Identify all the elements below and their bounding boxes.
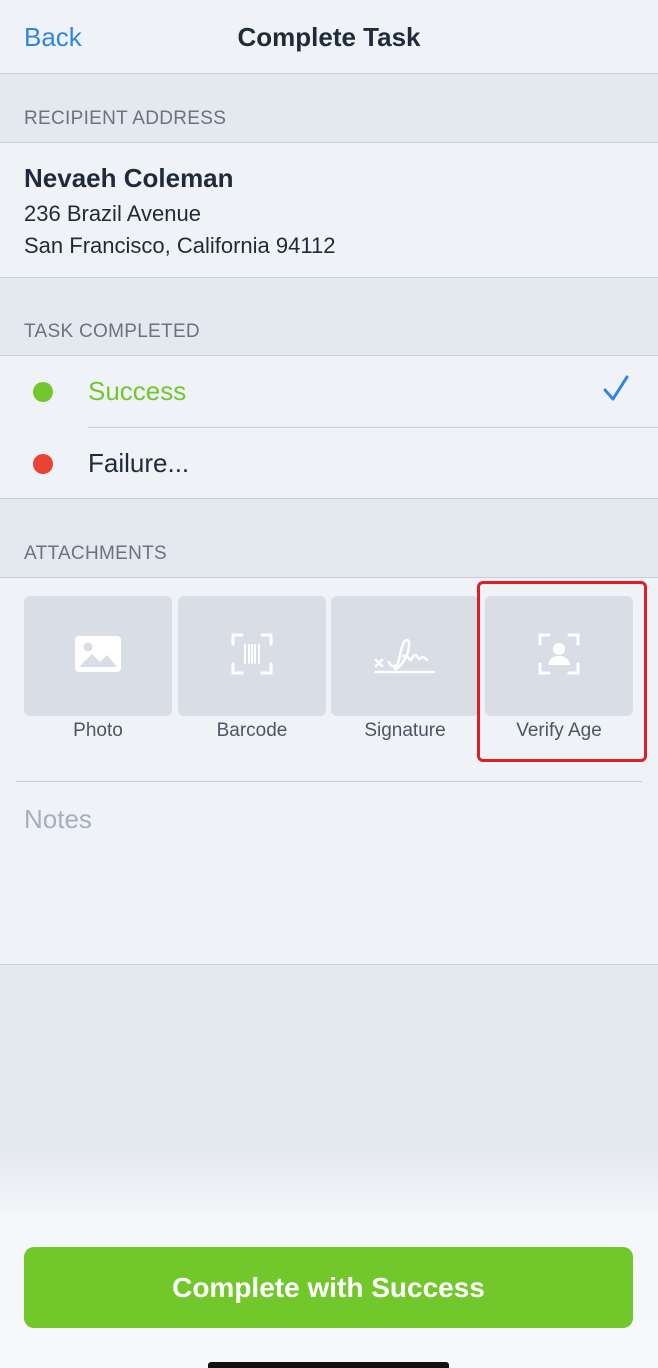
notes-input[interactable]: Notes [24, 804, 92, 835]
option-success[interactable]: Success [0, 356, 658, 427]
nav-bar: Back Complete Task [0, 0, 658, 74]
page-title: Complete Task [237, 22, 421, 52]
task-section-header: TASK COMPLETED [24, 321, 200, 342]
option-success-label: Success [88, 376, 187, 406]
photo-attachment-button[interactable] [24, 596, 172, 716]
barcode-attachment-button[interactable] [178, 596, 326, 716]
recipient-section-header: RECIPIENT ADDRESS [24, 108, 227, 129]
home-indicator [208, 1362, 449, 1368]
signature-attachment-button[interactable] [331, 596, 479, 716]
photo-attachment-label: Photo [73, 720, 123, 741]
signature-attachment-label: Signature [364, 720, 446, 741]
recipient-name: Nevaeh Coleman [24, 163, 234, 193]
verify-age-highlight [477, 581, 647, 762]
barcode-icon [230, 632, 274, 681]
complete-with-success-button[interactable]: Complete with Success [24, 1247, 633, 1328]
address-line-2: San Francisco, California 94112 [24, 233, 336, 258]
photo-icon [73, 634, 123, 679]
checkmark-icon [602, 374, 630, 409]
attachments-section-header: ATTACHMENTS [24, 543, 167, 564]
signature-icon [373, 632, 437, 681]
success-status-dot [33, 382, 53, 402]
task-options-card: Success Failure... [0, 355, 658, 499]
barcode-attachment-label: Barcode [216, 720, 288, 741]
notes-divider [16, 781, 642, 782]
option-failure[interactable]: Failure... [0, 428, 658, 499]
address-line-1: 236 Brazil Avenue [24, 201, 201, 226]
option-failure-label: Failure... [88, 448, 190, 478]
failure-status-dot [33, 454, 53, 474]
recipient-card: Nevaeh Coleman 236 Brazil Avenue San Fra… [0, 142, 658, 278]
